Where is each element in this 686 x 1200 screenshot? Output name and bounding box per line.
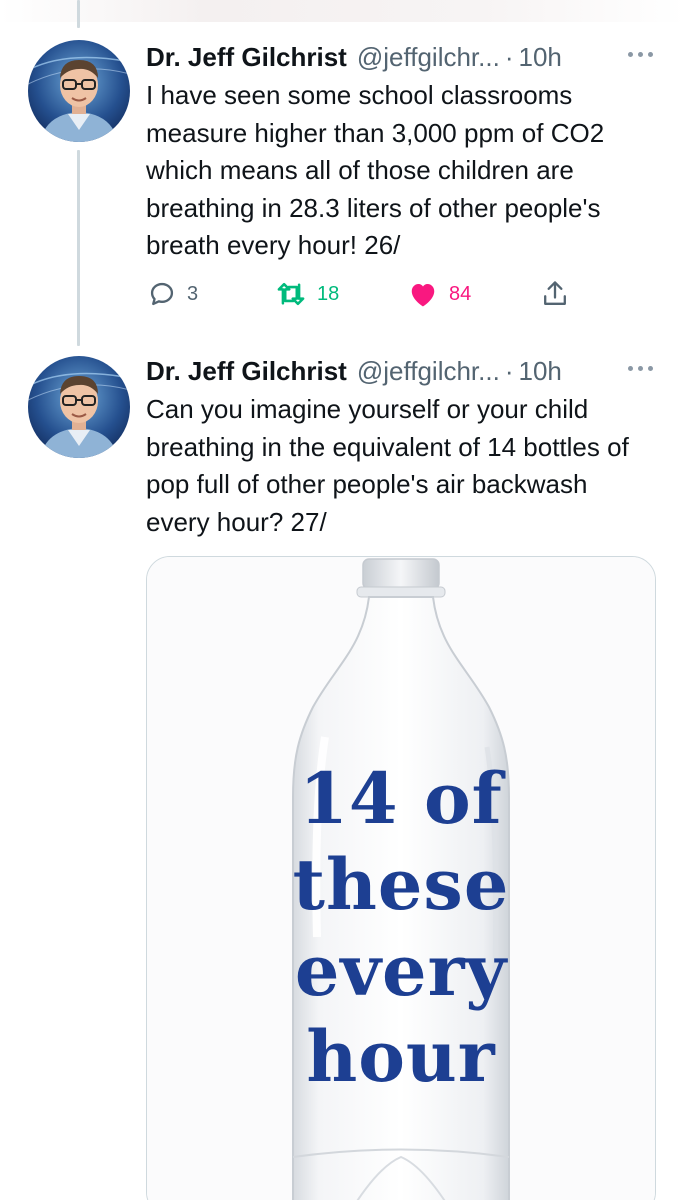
retweet-icon [276,280,306,308]
image-caption-line: every [294,929,508,1012]
tweet-header: Dr. Jeff Gilchrist @jeffgilchr... · 10h [146,354,656,388]
reply-button[interactable]: 3 [148,280,198,308]
more-horizontal-icon[interactable] [626,356,656,380]
tweet-text: I have seen some school classrooms measu… [146,80,605,260]
author-name[interactable]: Dr. Jeff Gilchrist [146,356,347,387]
author-name[interactable]: Dr. Jeff Gilchrist [146,42,347,73]
thread-line [77,0,80,28]
previous-tweet-edge [0,0,686,22]
share-icon [541,279,569,309]
like-count: 84 [449,282,472,305]
timestamp[interactable]: 10h [519,356,562,387]
reply-icon [148,280,176,308]
timestamp[interactable]: 10h [519,42,562,73]
like-button[interactable]: 84 [408,280,471,308]
author-handle[interactable]: @jeffgilchr... [357,42,500,73]
avatar[interactable] [28,40,130,142]
tweet-header: Dr. Jeff Gilchrist @jeffgilchr... · 10h [146,40,656,74]
image-caption-line: these [292,843,510,926]
avatar[interactable] [28,356,130,458]
retweet-button[interactable]: 18 [276,280,339,308]
author-handle[interactable]: @jeffgilchr... [357,356,500,387]
header-separator: · [504,41,514,72]
reply-count: 3 [187,282,199,305]
header-separator: · [504,355,514,386]
retweet-count: 18 [317,282,340,305]
share-button[interactable] [541,279,569,309]
heart-icon [408,280,438,308]
tweet-image[interactable]: 14 of these every hour [146,556,656,1200]
image-caption-line: hour [306,1015,496,1098]
image-caption-line: 14 of [299,757,503,840]
more-horizontal-icon[interactable] [626,42,656,66]
tweet-text: Can you imagine yourself or your child b… [146,394,629,537]
thread-line [77,150,80,346]
